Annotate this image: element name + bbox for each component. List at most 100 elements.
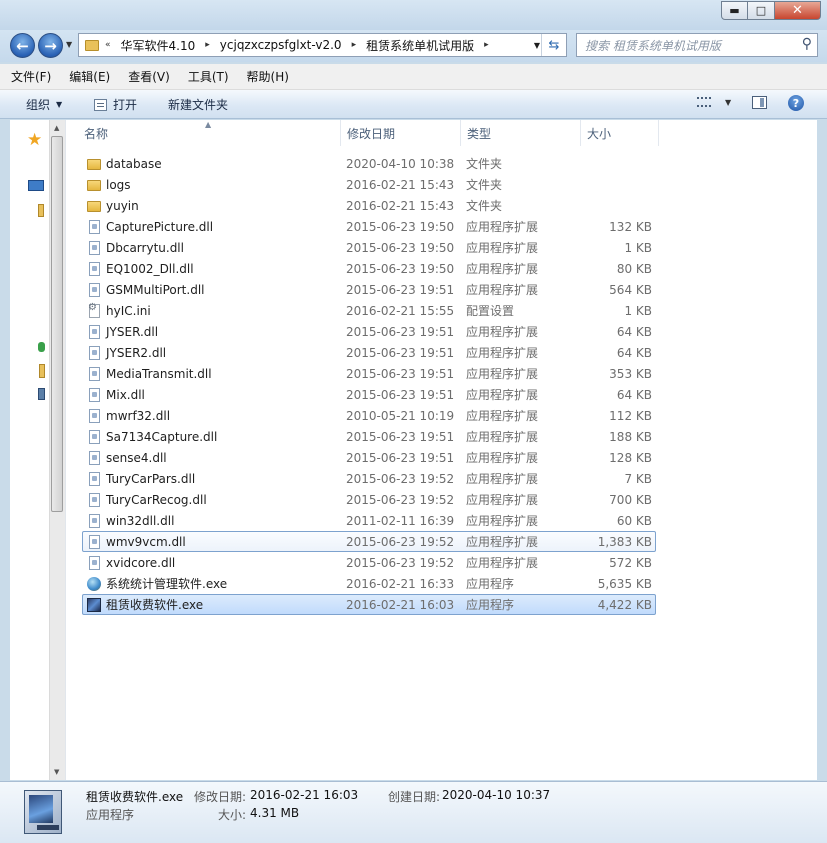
preview-pane-button[interactable] (752, 96, 767, 109)
file-name: sense4.dll (106, 450, 167, 465)
file-size: 572 KB (609, 555, 652, 570)
file-row[interactable]: TuryCarRecog.dll 2015-06-23 19:52 应用程序扩展 70… (82, 489, 656, 510)
file-row[interactable]: yuyin 2016-02-21 15:43 文件夹 (82, 195, 656, 216)
file-row[interactable]: xvidcore.dll 2015-06-23 19:52 应用程序扩展 572 KB (82, 552, 656, 573)
file-row[interactable]: sense4.dll 2015-06-23 19:51 应用程序扩展 128 KB (82, 447, 656, 468)
file-type: 应用程序扩展 (466, 241, 539, 255)
scroll-up-icon[interactable]: ▲ (54, 124, 59, 132)
address-dropdown-icon[interactable]: ▼ (534, 41, 540, 50)
breadcrumb-chevron-icon[interactable]: ▸ (205, 40, 210, 50)
maximize-button[interactable]: □ (748, 1, 775, 20)
application-icon (87, 577, 101, 591)
column-type[interactable]: 类型 (461, 120, 581, 146)
chevron-down-icon: ▼ (56, 100, 63, 109)
file-row[interactable]: GSMMultiPort.dll 2015-06-23 19:51 应用程序扩展 56… (82, 279, 656, 300)
dll-file-icon (89, 556, 100, 570)
breadcrumb-item[interactable]: ycjqzxczpsfglxt-v2.0 (220, 38, 342, 52)
details-size-label: 大小: (218, 808, 247, 822)
minimize-button[interactable]: ▬ (721, 1, 748, 20)
open-button[interactable]: 打开 (94, 96, 137, 113)
file-date: 2010-05-21 10:19 (346, 408, 455, 423)
file-date: 2015-06-23 19:51 (346, 387, 455, 402)
file-row[interactable]: database 2020-04-10 10:38 文件夹 (82, 153, 656, 174)
file-row[interactable]: wmv9vcm.dll 2015-06-23 19:52 应用程序扩展 1,383 K… (82, 531, 656, 552)
file-row[interactable]: JYSER.dll 2015-06-23 19:51 应用程序扩展 64 KB (82, 321, 656, 342)
menu-tools[interactable]: 工具(T) (177, 68, 236, 85)
menu-edit[interactable]: 编辑(E) (58, 68, 117, 85)
homegroup-icon[interactable] (38, 342, 45, 352)
file-size: 1 KB (624, 240, 652, 255)
file-type: 应用程序 (466, 598, 515, 612)
file-type: 应用程序扩展 (466, 556, 539, 570)
file-row[interactable]: CapturePicture.dll 2015-06-23 19:50 应用程序扩展… (82, 216, 656, 237)
breadcrumb-item[interactable]: 租赁系统单机试用版 (366, 37, 474, 54)
file-row[interactable]: MediaTransmit.dll 2015-06-23 19:51 应用程序扩展 3… (82, 363, 656, 384)
file-name: JYSER2.dll (106, 345, 167, 360)
file-row[interactable]: mwrf32.dll 2010-05-21 10:19 应用程序扩展 112 KB (82, 405, 656, 426)
menu-help[interactable]: 帮助(H) (236, 68, 296, 85)
breadcrumb-chevron-icon[interactable]: ▸ (352, 40, 357, 50)
help-icon: ? (792, 96, 800, 110)
desktop-icon[interactable] (28, 180, 44, 191)
file-row[interactable]: hyIC.ini 2016-02-21 15:55 配置设置 1 KB (82, 300, 656, 321)
folder-icon (85, 39, 99, 51)
file-row[interactable]: 租赁收费软件.exe 2016-02-21 16:03 应用程序 4,422 KB (82, 594, 656, 615)
file-row[interactable]: EQ1002_Dll.dll 2015-06-23 19:50 应用程序扩展 80 K… (82, 258, 656, 279)
computer-icon[interactable] (38, 388, 45, 400)
file-name: MediaTransmit.dll (106, 366, 212, 381)
help-button[interactable]: ? (788, 95, 804, 111)
menu-file[interactable]: 文件(F) (0, 68, 58, 85)
file-name: Sa7134Capture.dll (106, 429, 218, 444)
change-view-button[interactable]: ▼ (697, 97, 731, 107)
file-row[interactable]: Sa7134Capture.dll 2015-06-23 19:51 应用程序扩展 1… (82, 426, 656, 447)
breadcrumb-chevron-icon[interactable]: ▸ (484, 40, 489, 50)
folder-icon[interactable] (39, 364, 45, 378)
breadcrumb-item[interactable]: 华军软件4.10 (121, 37, 196, 54)
search-input[interactable] (583, 37, 792, 55)
file-row[interactable]: Dbcarrytu.dll 2015-06-23 19:50 应用程序扩展 1 KB (82, 237, 656, 258)
file-row[interactable]: win32dll.dll 2011-02-11 16:39 应用程序扩展 60 KB (82, 510, 656, 531)
navigation-scrollbar[interactable]: ▲ ▼ (49, 120, 65, 780)
file-row[interactable]: JYSER2.dll 2015-06-23 19:51 应用程序扩展 64 KB (82, 342, 656, 363)
arrow-right-icon: → (44, 36, 57, 55)
address-bar[interactable]: « 华军软件4.10 ▸ ycjqzxczpsfglxt-v2.0 ▸ 租赁系统… (78, 33, 567, 57)
column-name[interactable]: 名称 (78, 120, 341, 146)
close-button[interactable]: ✕ (775, 1, 821, 20)
details-created-value: 2020-04-10 10:37 (442, 788, 551, 802)
back-button[interactable]: ← (10, 33, 35, 58)
column-date-modified[interactable]: 修改日期 (341, 120, 461, 146)
file-type: 应用程序扩展 (466, 472, 539, 486)
recent-pages-dropdown[interactable]: ▼ (66, 40, 72, 49)
dll-file-icon (89, 325, 100, 339)
file-size: 112 KB (609, 408, 652, 423)
file-row[interactable]: 系统统计管理软件.exe 2016-02-21 16:33 应用程序 5,635 KB (82, 573, 656, 594)
file-date: 2015-06-23 19:52 (346, 492, 455, 507)
file-size: 564 KB (609, 282, 652, 297)
search-box[interactable]: ⚲ (576, 33, 818, 57)
search-icon[interactable]: ⚲ (802, 36, 812, 52)
file-row[interactable]: TuryCarPars.dll 2015-06-23 19:52 应用程序扩展 7 K… (82, 468, 656, 489)
file-date: 2015-06-23 19:51 (346, 429, 455, 444)
column-size[interactable]: 大小 (581, 120, 659, 146)
scroll-down-icon[interactable]: ▼ (54, 768, 59, 776)
favorites-star-icon[interactable]: ★ (27, 130, 42, 150)
file-date: 2016-02-21 15:43 (346, 177, 455, 192)
libraries-icon[interactable] (38, 204, 44, 217)
new-folder-button[interactable]: 新建文件夹 (168, 96, 228, 113)
file-name: logs (106, 177, 131, 192)
folder-icon (87, 201, 101, 212)
file-size: 5,635 KB (597, 576, 652, 591)
open-icon (94, 98, 107, 111)
scrollbar-thumb[interactable] (51, 136, 63, 512)
file-date: 2015-06-23 19:50 (346, 219, 455, 234)
menu-view[interactable]: 查看(V) (117, 68, 177, 85)
forward-button[interactable]: → (38, 33, 63, 58)
organize-button[interactable]: 组织 ▼ (26, 96, 62, 113)
dll-file-icon (89, 367, 100, 381)
refresh-button[interactable]: ⇆ (541, 34, 566, 56)
breadcrumb-overflow[interactable]: « (105, 40, 111, 50)
column-header: ▲ 名称 修改日期 类型 大小 (66, 120, 817, 146)
file-row[interactable]: logs 2016-02-21 15:43 文件夹 (82, 174, 656, 195)
file-row[interactable]: Mix.dll 2015-06-23 19:51 应用程序扩展 64 KB (82, 384, 656, 405)
file-type: 文件夹 (466, 157, 503, 171)
